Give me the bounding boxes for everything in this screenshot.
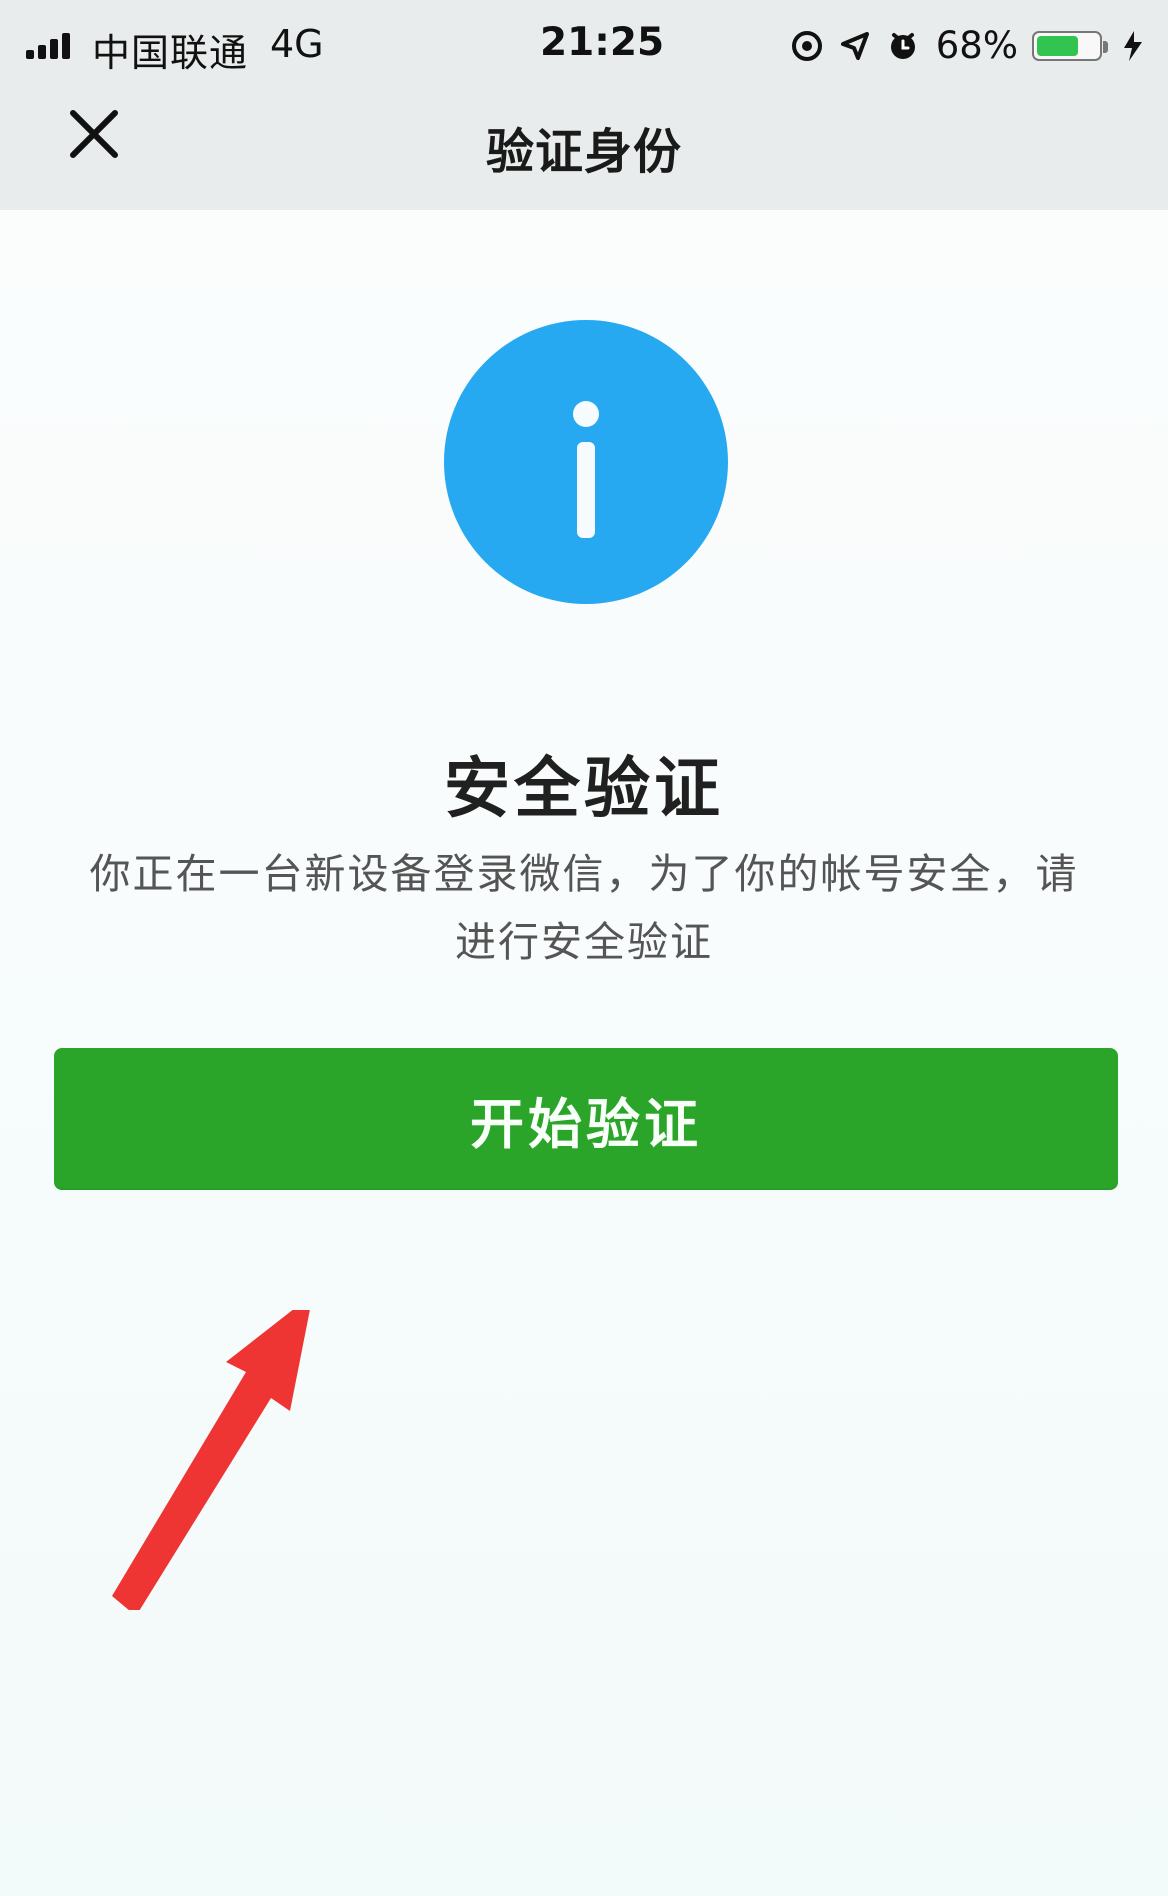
start-verification-button[interactable]: 开始验证 [54, 1048, 1118, 1190]
charging-icon [1124, 30, 1142, 61]
security-description: 你正在一台新设备登录微信，为了你的帐号安全，请进行安全验证 [89, 850, 1079, 966]
status-time: 21:25 [540, 20, 665, 65]
alarm-icon [890, 32, 915, 59]
location-icon [840, 31, 869, 60]
top-header: 中国联通 4G 21:25 68% 验证身份 [0, 0, 1168, 211]
carrier-label: 中国联通 [92, 31, 249, 75]
battery-icon [1032, 30, 1108, 61]
red-arrow-annotation [112, 1310, 310, 1610]
network-label: 4G [270, 22, 324, 66]
status-bar: 中国联通 4G 21:25 68% [0, 0, 1168, 90]
rotation-lock-icon [791, 30, 822, 61]
page-title: 验证身份 [485, 124, 682, 180]
status-icons: 68% [790, 24, 1150, 67]
battery-percent: 68% [935, 24, 1018, 67]
security-title: 安全验证 [444, 750, 724, 827]
info-icon [444, 320, 728, 604]
verification-content: 安全验证 你正在一台新设备登录微信，为了你的帐号安全，请进行安全验证 开始验证 [0, 210, 1168, 1896]
info-icon-glyph [573, 401, 599, 538]
navigation-bar: 验证身份 [0, 90, 1168, 210]
signal-icon [26, 33, 78, 59]
